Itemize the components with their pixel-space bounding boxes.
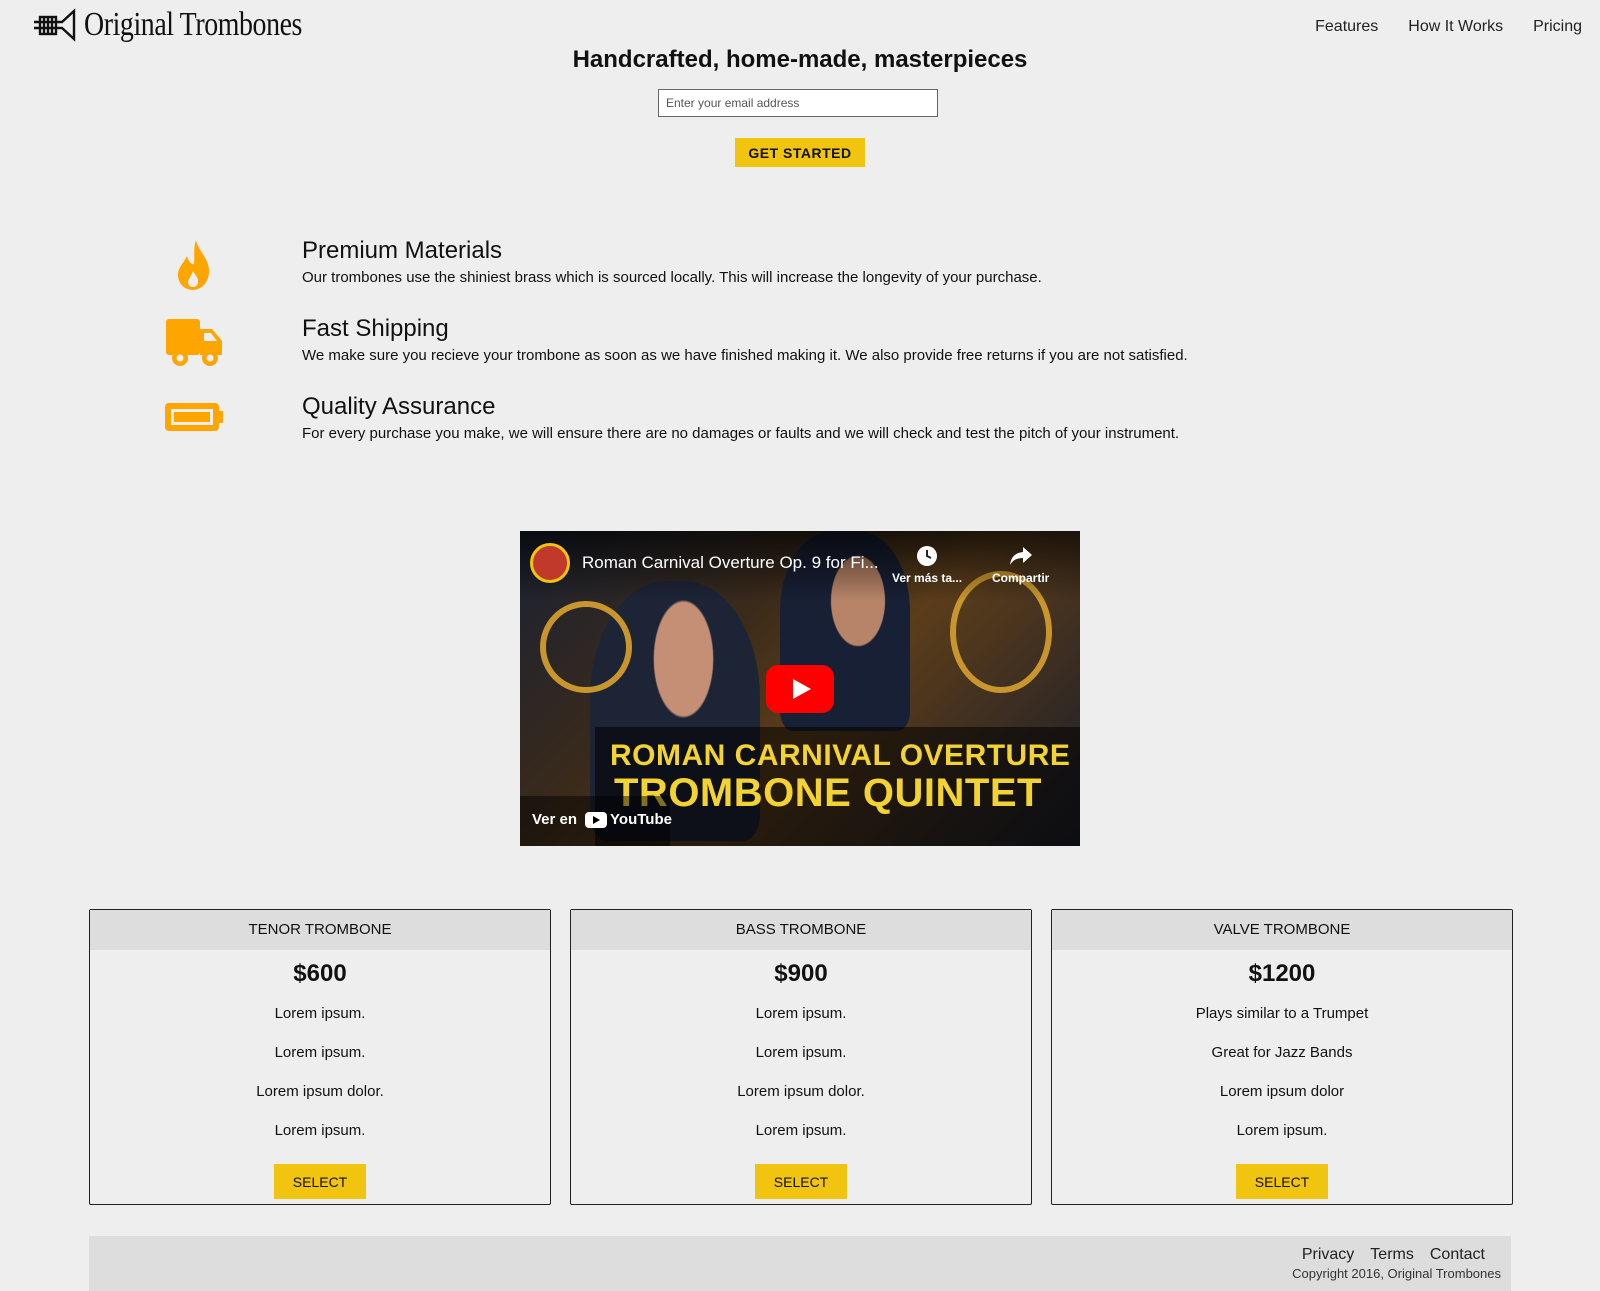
feature-quality-assurance: Quality Assurance For every purchase you… [0,393,1600,463]
pricing-feature: Lorem ipsum. [755,1044,847,1061]
feature-description: We make sure you recieve your trombone a… [302,347,1188,364]
brand-name: Original Trombones [84,6,303,43]
pricing-card-price: $900 [774,960,828,987]
youtube-wordmark: YouTube [610,811,672,828]
feature-title: Fast Shipping [302,315,449,342]
fire-icon [178,240,210,290]
pricing-feature: Lorem ipsum dolor. [256,1083,384,1100]
pricing-card-title: TENOR TROMBONE [90,910,550,950]
truck-icon [166,319,222,366]
copyright-text: Copyright 2016, Original Trombones [1292,1266,1501,1281]
get-started-button[interactable]: GET STARTED [735,138,865,167]
nav-link-how-it-works[interactable]: How It Works [1408,18,1503,36]
watch-later-label: Ver más ta... [892,571,963,585]
share-label: Compartir [992,571,1050,585]
video-overlay-title: ROMAN CARNIVAL OVERTURE [610,739,1071,772]
feature-title: Premium Materials [302,237,503,264]
video-overlay-subtitle: TROMBONE QUINTET [614,771,1042,815]
feature-description: For every purchase you make, we will ens… [302,425,1180,442]
pricing-feature: Lorem ipsum. [1236,1122,1328,1139]
pricing-card-title: BASS TROMBONE [571,910,1031,950]
pricing-feature: Lorem ipsum. [274,1005,366,1022]
main-nav: Features How It Works Pricing [1315,18,1582,36]
feature-title: Quality Assurance [302,393,496,420]
select-valve-button[interactable]: SELECT [1236,1164,1328,1199]
video-thumbnail-brass [540,601,632,693]
select-bass-button[interactable]: SELECT [755,1164,847,1199]
email-input[interactable] [658,89,938,117]
youtube-icon [585,811,608,828]
share-button[interactable]: Compartir [992,545,1049,585]
pricing-feature: Great for Jazz Bands [1211,1044,1353,1061]
youtube-logo: YouTube [585,811,672,828]
hero-title: Handcrafted, home-made, masterpieces [572,46,1028,73]
nav-link-features[interactable]: Features [1315,18,1378,36]
pricing-feature: Lorem ipsum. [755,1005,847,1022]
share-icon [1009,547,1032,565]
pricing-card-price: $1200 [1248,960,1316,987]
footer-link-privacy[interactable]: Privacy [1302,1246,1354,1264]
pricing-feature: Lorem ipsum. [755,1122,847,1139]
feature-description: Our trombones use the shiniest brass whi… [302,269,1042,286]
watch-on-youtube-link[interactable]: Ver en YouTube [532,811,672,828]
trumpet-icon [34,8,76,42]
video-title[interactable]: Roman Carnival Overture Op. 9 for Fi... [582,553,879,573]
pricing-card-tenor: TENOR TROMBONE $600 Lorem ipsum. Lorem i… [89,909,551,1205]
watch-later-button[interactable]: Ver más ta... [892,545,962,585]
select-tenor-button[interactable]: SELECT [274,1164,366,1199]
footer-link-contact[interactable]: Contact [1430,1246,1485,1264]
pricing-card-price: $600 [293,960,347,987]
pricing-feature: Lorem ipsum dolor. [737,1083,865,1100]
nav-link-pricing[interactable]: Pricing [1533,18,1582,36]
play-button[interactable] [766,665,834,713]
footer: Privacy Terms Contact Copyright 2016, Or… [89,1236,1511,1291]
pricing-card-title: VALVE TROMBONE [1052,910,1512,950]
footer-links: Privacy Terms Contact [1302,1246,1485,1264]
pricing-feature: Lorem ipsum. [274,1122,366,1139]
pricing-card-valve: VALVE TROMBONE $1200 Plays similar to a … [1051,909,1513,1205]
pricing-feature: Lorem ipsum dolor [1219,1083,1345,1100]
brand-logo[interactable]: Original Trombones [32,6,350,44]
battery-icon [165,403,223,431]
clock-icon [917,546,938,566]
feature-fast-shipping: Fast Shipping We make sure you recieve y… [0,315,1600,385]
footer-link-terms[interactable]: Terms [1370,1246,1414,1264]
feature-premium-materials: Premium Materials Our trombones use the … [0,237,1600,307]
watch-on-label: Ver en [532,811,578,828]
video-player[interactable]: Roman Carnival Overture Op. 9 for Fi... … [520,531,1080,846]
pricing-card-bass: BASS TROMBONE $900 Lorem ipsum. Lorem ip… [570,909,1032,1205]
pricing-feature: Lorem ipsum. [274,1044,366,1061]
channel-logo[interactable] [530,543,570,583]
pricing-feature: Plays similar to a Trumpet [1195,1005,1369,1022]
